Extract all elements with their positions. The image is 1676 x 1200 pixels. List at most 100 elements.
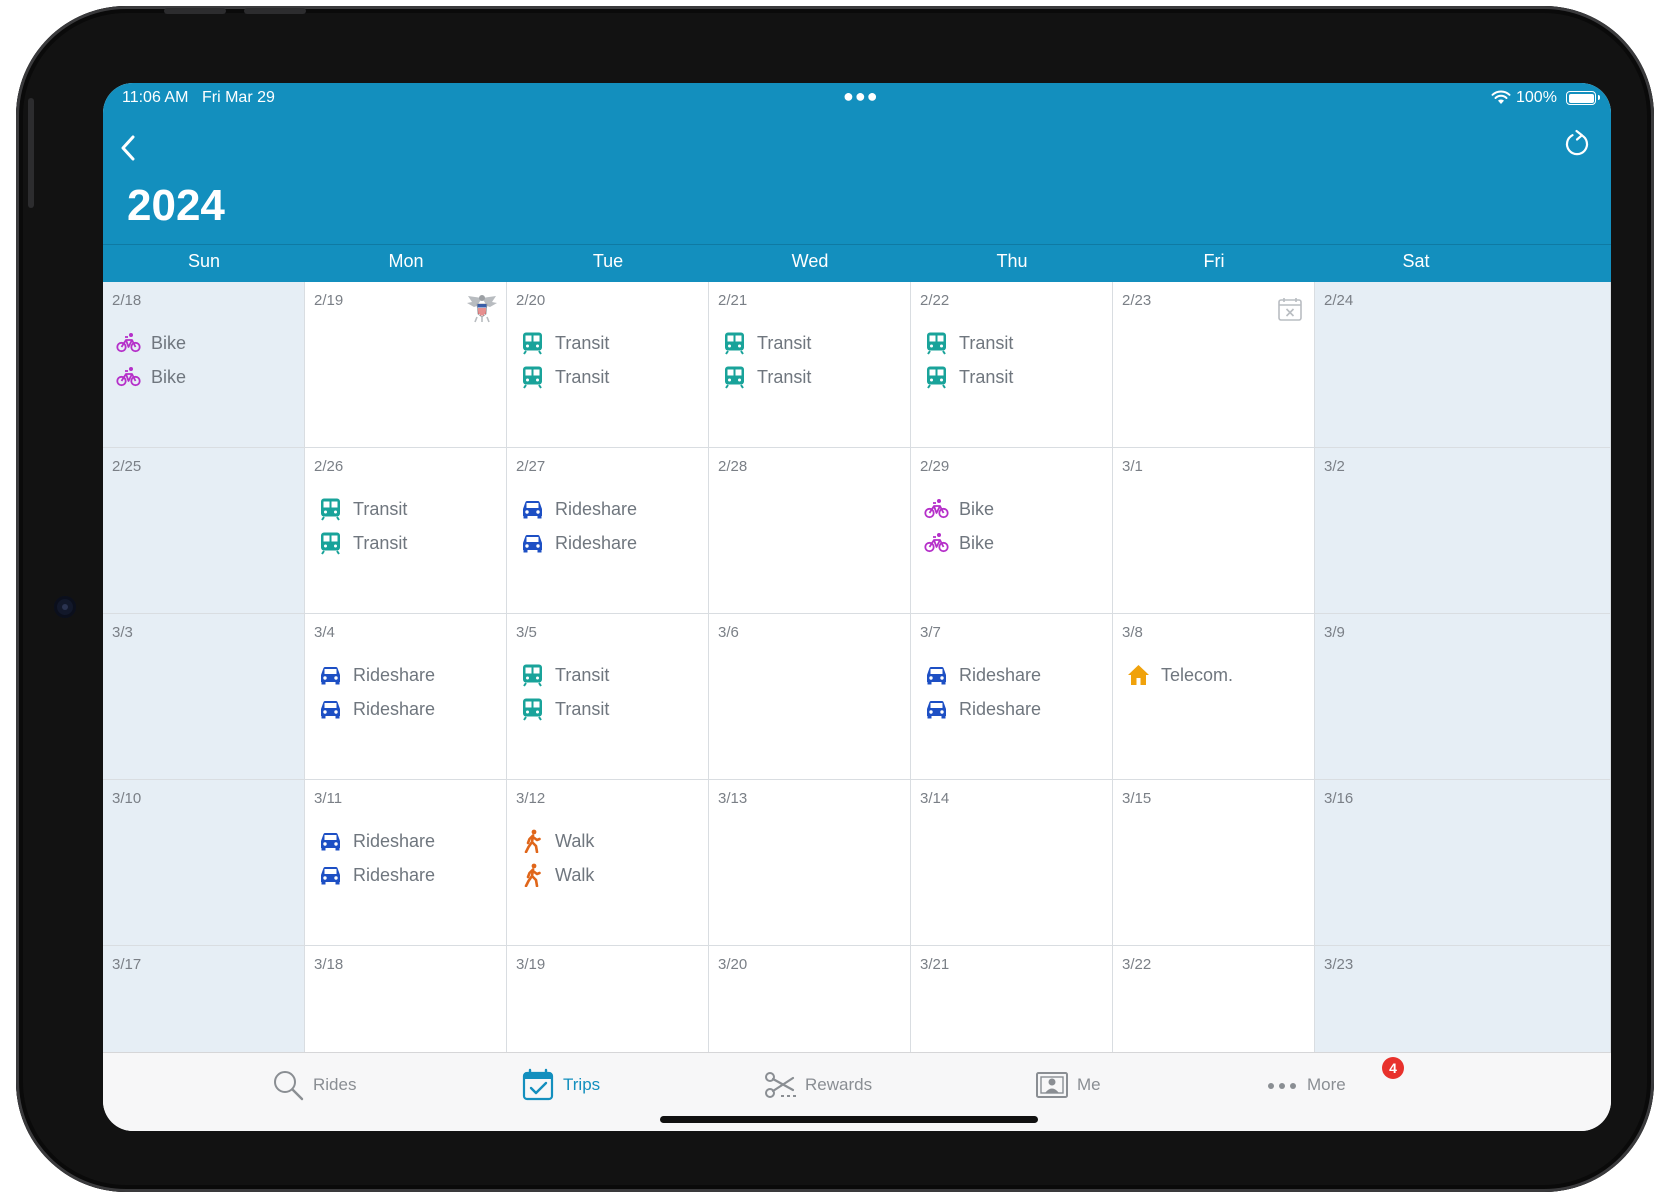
calendar-day-cell[interactable]: 3/15 xyxy=(1113,780,1315,946)
trip-entry-transit[interactable]: Transit xyxy=(924,364,1013,390)
calendar-day-cell[interactable]: 3/13 xyxy=(709,780,911,946)
trip-entry-walk[interactable]: Walk xyxy=(520,862,594,888)
transit-icon xyxy=(520,663,545,687)
trip-entry-rideshare[interactable]: Rideshare xyxy=(318,862,435,888)
calendar-day-cell[interactable]: 2/23 xyxy=(1113,282,1315,448)
calendar-day-cell[interactable]: 2/24 xyxy=(1315,282,1611,448)
trip-entry-rideshare[interactable]: Rideshare xyxy=(520,530,637,556)
more-badge: 4 xyxy=(1382,1057,1404,1079)
calendar-cancel-icon xyxy=(1277,296,1303,322)
tab-rides[interactable]: Rides xyxy=(271,1067,356,1103)
day-date-label: 3/2 xyxy=(1324,458,1345,475)
trip-entry-transit[interactable]: Transit xyxy=(924,330,1013,356)
weekday-fri: Fri xyxy=(1203,251,1225,271)
day-date-label: 3/4 xyxy=(314,624,335,641)
trip-label: Transit xyxy=(555,664,610,685)
calendar-day-cell[interactable]: 3/12 Walk Walk xyxy=(507,780,709,946)
calendar-day-cell[interactable]: 2/22 Transit Transit xyxy=(911,282,1113,448)
trip-entry-rideshare[interactable]: Rideshare xyxy=(318,662,435,688)
calendar-day-cell[interactable]: 3/5 Transit Transit xyxy=(507,614,709,780)
tab-more[interactable]: More xyxy=(1265,1067,1346,1103)
trip-label: Transit xyxy=(555,366,610,387)
day-date-label: 3/16 xyxy=(1324,790,1354,807)
trip-entry-walk[interactable]: Walk xyxy=(520,828,594,854)
calendar-day-cell[interactable]: 2/29 Bike Bike xyxy=(911,448,1113,614)
trip-entry-rideshare[interactable]: Rideshare xyxy=(924,662,1041,688)
day-date-label: 2/25 xyxy=(112,458,142,475)
day-date-label: 2/29 xyxy=(920,458,950,475)
calendar-day-cell[interactable]: 2/21 Transit Transit xyxy=(709,282,911,448)
calendar-day-cell[interactable]: 3/23 xyxy=(1315,946,1611,1052)
day-date-label: 3/6 xyxy=(718,624,739,641)
trip-entry-transit[interactable]: Transit xyxy=(520,330,609,356)
calendar-day-cell[interactable]: 3/18 xyxy=(305,946,507,1052)
calendar-day-cell[interactable]: 2/27 Rideshare Rideshare xyxy=(507,448,709,614)
trip-entry-transit[interactable]: Transit xyxy=(520,662,609,688)
calendar-day-cell[interactable]: 3/1 xyxy=(1113,448,1315,614)
trip-entry-bike[interactable]: Bike xyxy=(924,530,994,556)
back-chevron-icon[interactable] xyxy=(115,130,143,166)
trip-entry-bike[interactable]: Bike xyxy=(924,496,994,522)
tab-trips[interactable]: Trips xyxy=(521,1067,600,1103)
calendar-day-cell[interactable]: 3/2 xyxy=(1315,448,1611,614)
trip-entry-transit[interactable]: Transit xyxy=(520,696,609,722)
home-indicator[interactable] xyxy=(660,1116,1038,1123)
calendar-day-cell[interactable]: 3/8 Telecom. xyxy=(1113,614,1315,780)
car-icon xyxy=(318,863,343,887)
calendar-day-cell[interactable]: 3/10 xyxy=(103,780,305,946)
tab-rewards[interactable]: Rewards xyxy=(763,1067,872,1103)
calendar-day-cell[interactable]: 3/21 xyxy=(911,946,1113,1052)
trip-entry-bike[interactable]: Bike xyxy=(116,364,186,390)
trip-entry-transit[interactable]: Transit xyxy=(722,330,811,356)
trip-label: Bike xyxy=(151,366,187,387)
calendar-day-cell[interactable]: 3/3 xyxy=(103,614,305,780)
calendar-day-cell[interactable]: 2/26 Transit Transit xyxy=(305,448,507,614)
trip-label: Rideshare xyxy=(959,664,1042,685)
calendar-day-cell[interactable]: 3/19 xyxy=(507,946,709,1052)
calendar-day-cell[interactable]: 3/6 xyxy=(709,614,911,780)
trip-entry-telecom[interactable]: Telecom. xyxy=(1126,662,1233,688)
calendar-day-cell[interactable]: 2/19 xyxy=(305,282,507,448)
transit-icon xyxy=(520,331,545,355)
day-date-label: 3/8 xyxy=(1122,624,1143,641)
calendar-day-cell[interactable]: 3/17 xyxy=(103,946,305,1052)
trip-label: Telecom. xyxy=(1161,664,1234,685)
trip-label: Transit xyxy=(353,498,408,519)
more-dots-icon xyxy=(1265,1068,1299,1102)
car-icon xyxy=(520,497,545,521)
federal-holiday-eagle-icon xyxy=(465,292,499,324)
calendar-day-cell[interactable]: 3/20 xyxy=(709,946,911,1052)
refresh-icon[interactable] xyxy=(1561,127,1593,161)
power-button xyxy=(28,98,34,208)
calendar-day-cell[interactable]: 3/22 xyxy=(1113,946,1315,1052)
calendar-day-cell[interactable]: 3/7 Rideshare Rideshare xyxy=(911,614,1113,780)
trip-entry-rideshare[interactable]: Rideshare xyxy=(520,496,637,522)
trip-entry-rideshare[interactable]: Rideshare xyxy=(318,696,435,722)
trip-entry-rideshare[interactable]: Rideshare xyxy=(318,828,435,854)
trip-entry-transit[interactable]: Transit xyxy=(318,496,407,522)
trip-entry-bike[interactable]: Bike xyxy=(116,330,186,356)
calendar-day-cell[interactable]: 2/25 xyxy=(103,448,305,614)
transit-icon xyxy=(318,531,343,555)
tab-label: Trips xyxy=(563,1075,601,1094)
trip-entry-transit[interactable]: Transit xyxy=(318,530,407,556)
trip-entry-transit[interactable]: Transit xyxy=(520,364,609,390)
tab-label: Rewards xyxy=(805,1075,873,1094)
calendar-day-cell[interactable]: 3/11 Rideshare Rideshare xyxy=(305,780,507,946)
trip-label: Bike xyxy=(959,532,995,553)
calendar-day-cell[interactable]: 2/28 xyxy=(709,448,911,614)
calendar-day-cell[interactable]: 3/16 xyxy=(1315,780,1611,946)
multitasking-dots-icon[interactable]: ●●● xyxy=(843,86,879,107)
calendar-day-cell[interactable]: 2/18 Bike Bike xyxy=(103,282,305,448)
trip-entry-transit[interactable]: Transit xyxy=(722,364,811,390)
day-date-label: 2/23 xyxy=(1122,292,1152,309)
calendar-day-cell[interactable]: 3/14 xyxy=(911,780,1113,946)
tablet-frame: 11:06 AM Fri Mar 29 ●●● 100% 2024 Sun Mon… xyxy=(16,6,1654,1192)
tab-me[interactable]: Me xyxy=(1035,1067,1101,1103)
transit-icon xyxy=(520,697,545,721)
weekday-header: Sun Mon Tue Wed Thu Fri Sat xyxy=(103,244,1611,282)
calendar-day-cell[interactable]: 3/4 Rideshare Rideshare xyxy=(305,614,507,780)
calendar-day-cell[interactable]: 2/20 Transit Transit xyxy=(507,282,709,448)
trip-entry-rideshare[interactable]: Rideshare xyxy=(924,696,1041,722)
calendar-day-cell[interactable]: 3/9 xyxy=(1315,614,1611,780)
